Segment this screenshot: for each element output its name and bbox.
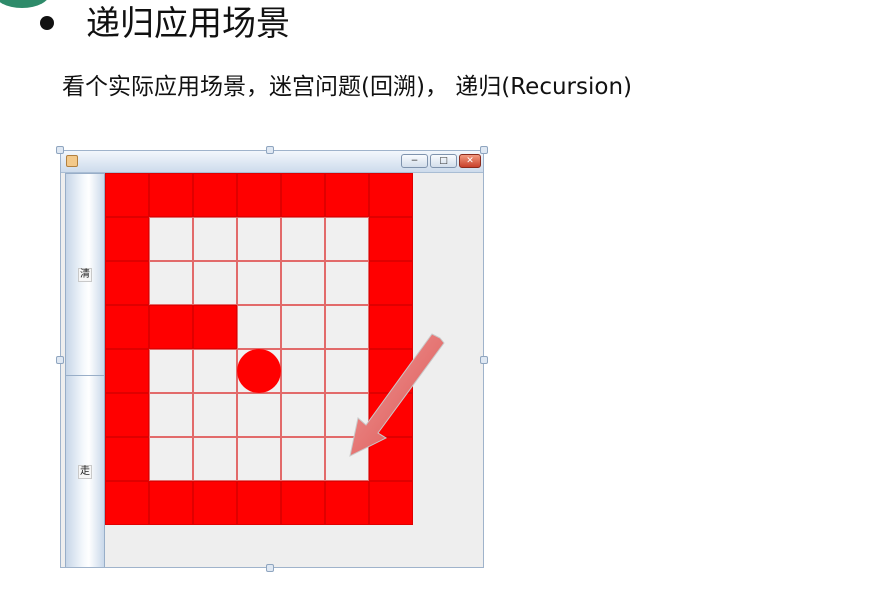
maximize-button[interactable]: □	[430, 154, 457, 168]
maze-open-cell	[149, 437, 193, 481]
title-bar[interactable]: − □ ✕	[61, 151, 483, 173]
resize-handle-top[interactable]	[266, 146, 274, 154]
maze-wall-cell	[105, 305, 149, 349]
maze-open-cell	[149, 217, 193, 261]
clear-button-label: 清	[78, 268, 92, 282]
maze-wall-cell	[105, 173, 149, 217]
maze-open-cell	[193, 349, 237, 393]
maze-wall-cell	[105, 393, 149, 437]
maze-wall-cell	[325, 481, 369, 525]
maze-wall-cell	[149, 305, 193, 349]
maze-wall-cell	[193, 173, 237, 217]
maze-wall-cell	[105, 261, 149, 305]
maze-wall-cell	[193, 305, 237, 349]
close-button[interactable]: ✕	[459, 154, 481, 168]
bullet-icon	[40, 16, 54, 30]
maze-open-cell	[237, 305, 281, 349]
maze-open-cell	[237, 393, 281, 437]
maze-wall-cell	[281, 173, 325, 217]
resize-handle-right[interactable]	[480, 356, 488, 364]
minimize-button[interactable]: −	[401, 154, 428, 168]
resize-handle-top-right[interactable]	[480, 146, 488, 154]
maze-wall-cell	[237, 173, 281, 217]
ball-marker	[237, 349, 281, 393]
resize-handle-bottom[interactable]	[266, 564, 274, 572]
maze-wall-cell	[369, 481, 413, 525]
maze-open-cell	[281, 393, 325, 437]
maze-wall-cell	[237, 481, 281, 525]
maze-wall-cell	[105, 349, 149, 393]
maze-open-cell	[325, 261, 369, 305]
maze-wall-cell	[369, 217, 413, 261]
maze-open-cell	[149, 261, 193, 305]
logo	[0, 0, 50, 8]
maze-open-cell	[325, 217, 369, 261]
maze-open-cell	[281, 305, 325, 349]
resize-handle-left[interactable]	[56, 356, 64, 364]
pointer-arrow-icon	[349, 333, 445, 457]
maze-open-cell	[281, 437, 325, 481]
maze-open-cell	[193, 437, 237, 481]
maze-open-cell	[237, 217, 281, 261]
java-app-icon	[66, 155, 78, 167]
maze-open-cell	[281, 349, 325, 393]
maze-wall-cell	[369, 173, 413, 217]
resize-handle-top-left[interactable]	[56, 146, 64, 154]
maze-open-cell	[149, 393, 193, 437]
maze-wall-cell	[149, 481, 193, 525]
maze-wall-cell	[369, 261, 413, 305]
maze-open-cell	[193, 217, 237, 261]
maze-wall-cell	[105, 217, 149, 261]
maze-open-cell	[237, 261, 281, 305]
maze-wall-cell	[105, 481, 149, 525]
maze-wall-cell	[281, 481, 325, 525]
maze-open-cell	[281, 217, 325, 261]
maze-open-cell	[237, 437, 281, 481]
maze-open-cell	[193, 261, 237, 305]
walk-button-label: 走	[78, 465, 92, 479]
subtitle: 看个实际应用场景，迷宫问题(回溯)， 递归(Recursion)	[62, 74, 633, 100]
walk-button[interactable]: 走	[65, 375, 105, 567]
maze-open-cell	[149, 349, 193, 393]
maze-open-cell	[193, 393, 237, 437]
maze-wall-cell	[193, 481, 237, 525]
maze-wall-cell	[325, 173, 369, 217]
maze-wall-cell	[105, 437, 149, 481]
maze-wall-cell	[149, 173, 193, 217]
page-title: 递归应用场景	[86, 4, 290, 44]
clear-button[interactable]: 清	[65, 173, 105, 377]
maze-open-cell	[281, 261, 325, 305]
